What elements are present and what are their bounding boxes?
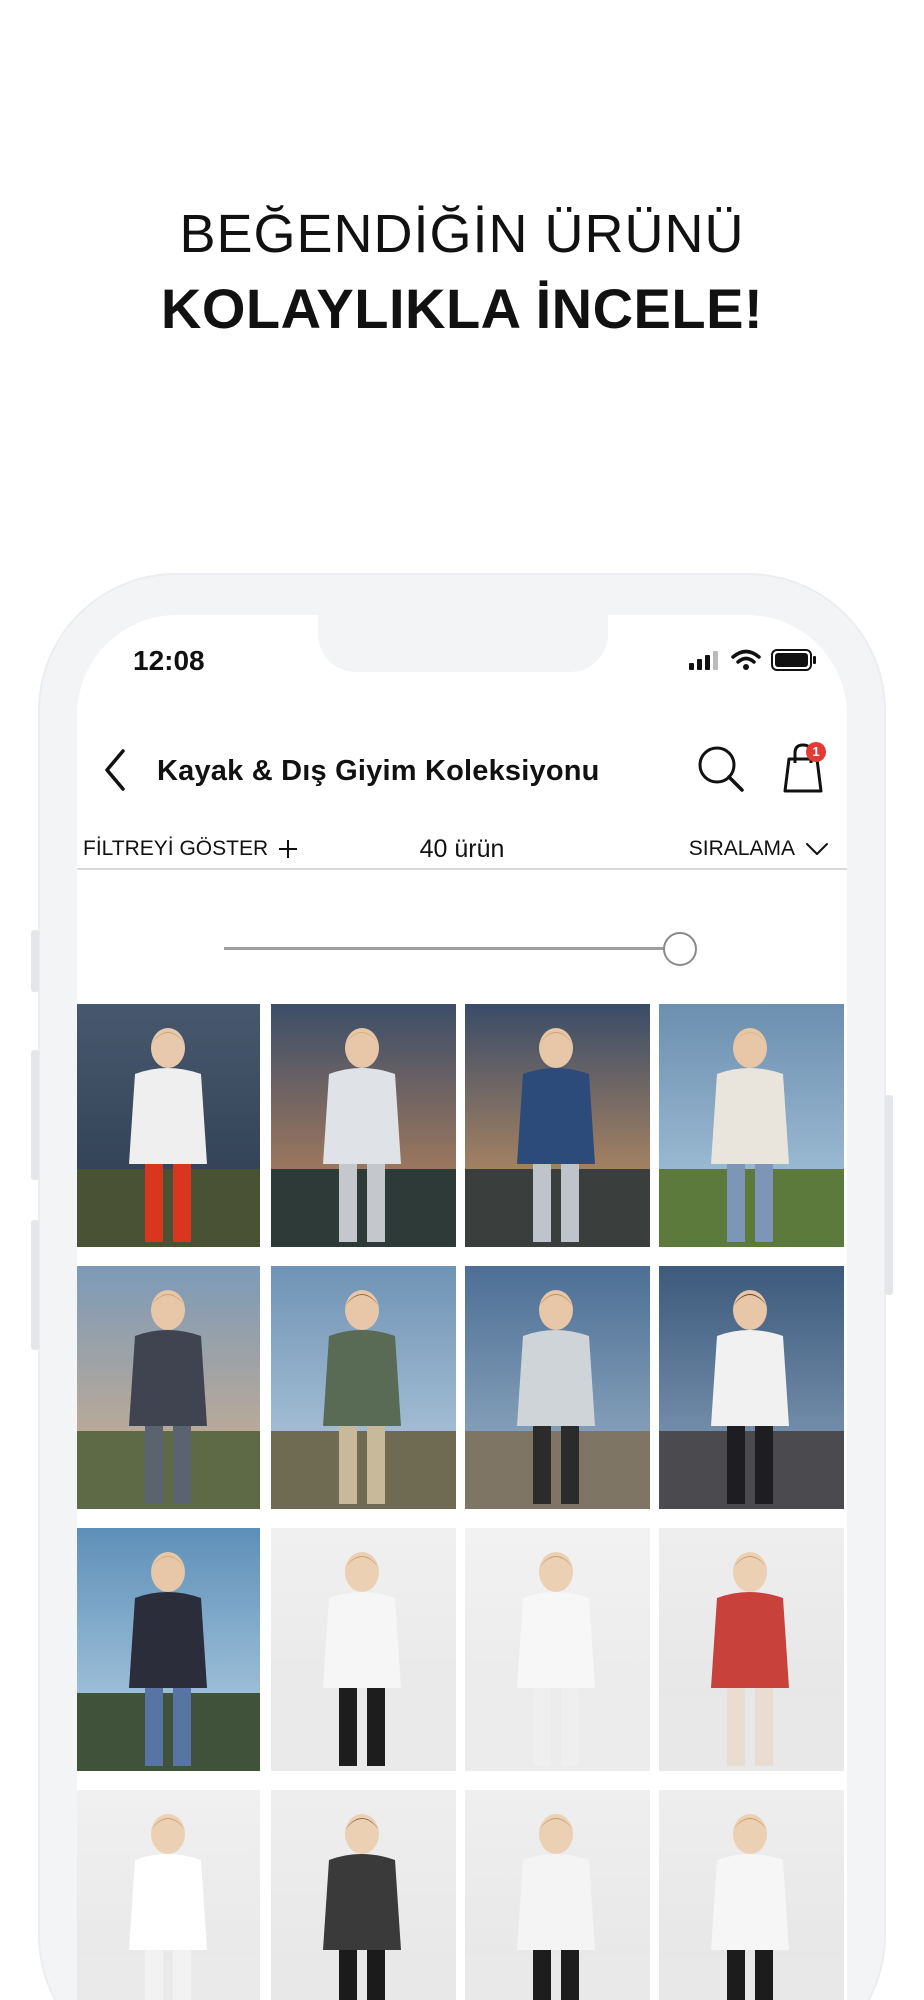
white-pants-ski-photo (77, 1790, 260, 2000)
headline-line-1: BEĞENDİĞİN ÜRÜNÜ (179, 204, 745, 264)
product-card[interactable] (271, 1528, 456, 1771)
product-card[interactable] (77, 1266, 260, 1509)
cellular-signal-icon (689, 651, 718, 670)
promo-headline: BEĞENDİĞİN ÜRÜNÜ KOLAYLIKLA İNCELE! (0, 202, 924, 342)
slider-track (224, 947, 680, 950)
wifi-icon (731, 649, 761, 670)
phone-side-button (31, 930, 39, 992)
status-time: 12:08 (133, 645, 205, 676)
product-card[interactable] (271, 1266, 456, 1509)
product-card[interactable] (271, 1004, 456, 1247)
chevron-left-icon (105, 749, 125, 791)
phone-notch (318, 615, 608, 672)
grey-jacket-boat-photo (465, 1266, 650, 1509)
product-card[interactable] (465, 1004, 650, 1247)
product-card[interactable] (465, 1528, 650, 1771)
filter-bar: FİLTREYİ GÖSTER 40 ürün SIRALAMA (77, 825, 847, 870)
product-card[interactable] (77, 1790, 260, 2000)
headline-line-2: KOLAYLIKLA İNCELE! (160, 277, 764, 340)
product-card[interactable] (659, 1004, 844, 1247)
product-card[interactable] (659, 1790, 844, 2000)
phone-power-button (885, 1095, 893, 1295)
phone-volume-down-button (31, 1220, 39, 1350)
nav-header: Kayak & Dış Giyim Koleksiyonu (77, 735, 847, 805)
chevron-down-icon (806, 843, 828, 855)
striped-cardigan-jeans-photo (77, 1528, 260, 1771)
slider-thumb[interactable] (663, 932, 697, 966)
product-card[interactable] (465, 1790, 650, 2000)
plus-icon (279, 840, 298, 858)
product-card[interactable] (271, 1790, 456, 2000)
show-filter-label: FİLTREYİ GÖSTER (83, 837, 269, 860)
white-vest-photo (659, 1790, 844, 2000)
back-button[interactable] (97, 745, 137, 795)
white-jacket-camera-photo (465, 1790, 650, 2000)
black-white-sweater-photo (271, 1528, 456, 1771)
striped-cardigan-swing-photo (659, 1004, 844, 1247)
phone-volume-up-button (31, 1050, 39, 1180)
product-card[interactable] (465, 1266, 650, 1509)
product-card[interactable] (659, 1266, 844, 1509)
status-icons (689, 649, 817, 671)
white-ski-suit-photo (465, 1528, 650, 1771)
product-count: 40 ürün (419, 835, 505, 863)
search-icon (698, 746, 744, 792)
product-card[interactable] (77, 1528, 260, 1771)
silver-puffer-blue-photo (465, 1004, 650, 1247)
red-pattern-sweater-photo (659, 1528, 844, 1771)
grid-size-slider[interactable] (224, 927, 697, 967)
grey-coat-reeds-photo (77, 1266, 260, 1509)
product-card[interactable] (77, 1004, 260, 1247)
sweatshirt-dog-photo (659, 1266, 844, 1509)
cart-count-badge: 1 (806, 742, 826, 762)
phone-screen: 12:08 Kayak & Dış Giyim Koleksiyonu 1 Fİ… (77, 615, 847, 2000)
battery-icon (771, 649, 816, 671)
page-title: Kayak & Dış Giyim Koleksiyonu (157, 755, 600, 787)
patterned-jacket-poles-photo (271, 1790, 456, 2000)
show-filter-button[interactable]: FİLTREYİ GÖSTER (83, 837, 298, 861)
product-card[interactable] (659, 1528, 844, 1771)
couple-lake-photo (271, 1266, 456, 1509)
silver-puffer-jacket-photo (271, 1004, 456, 1247)
sort-label: SIRALAMA (688, 837, 795, 860)
sort-button[interactable]: SIRALAMA (689, 837, 829, 861)
ski-red-jumpsuit-photo (77, 1004, 260, 1247)
search-button[interactable] (695, 743, 747, 800)
